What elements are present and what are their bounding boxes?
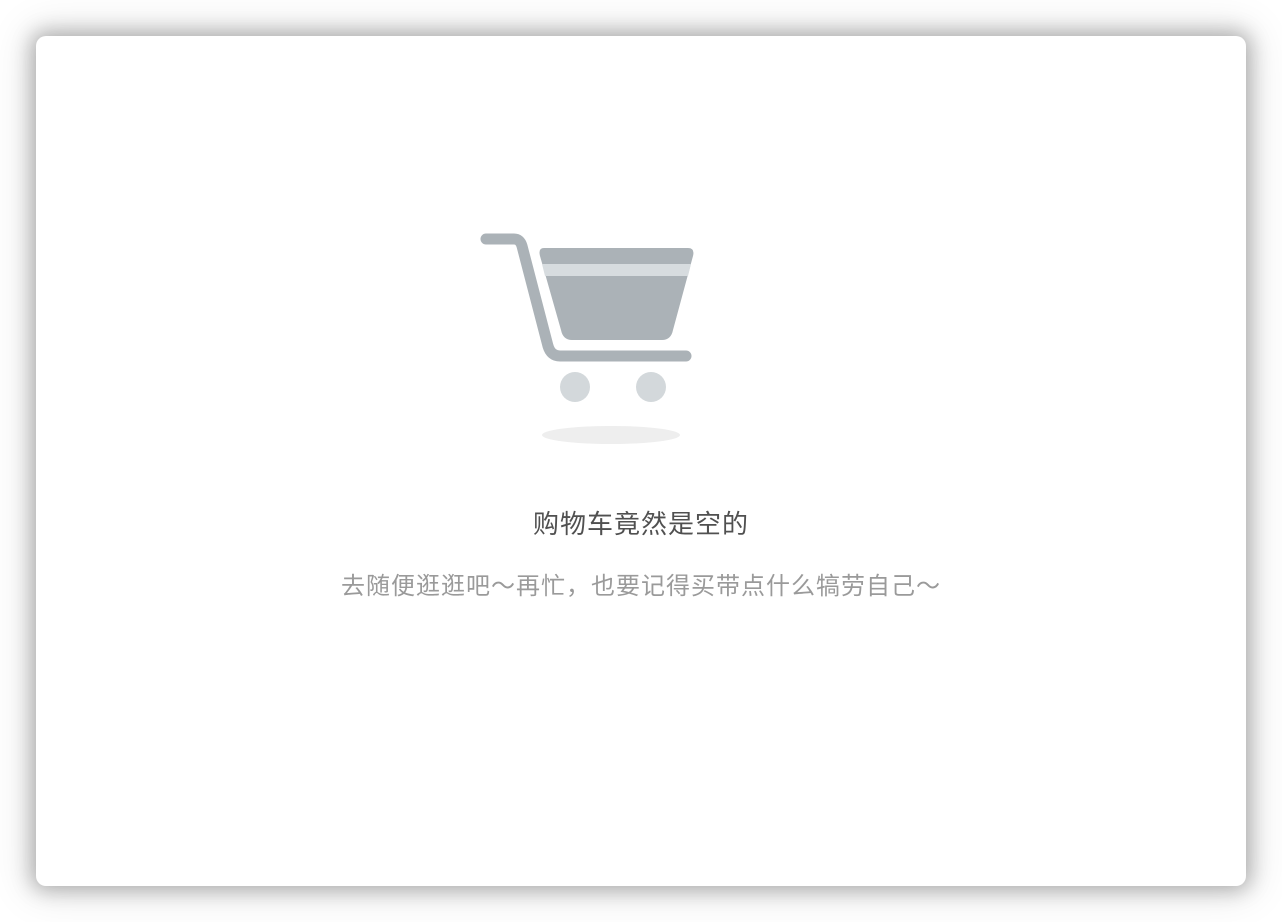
empty-cart-subtitle: 去随便逛逛吧～再忙，也要记得买带点什么犒劳自己～ bbox=[341, 572, 941, 600]
empty-cart-state: 购物车竟然是空的 去随便逛逛吧～再忙，也要记得买带点什么犒劳自己～ bbox=[36, 36, 1246, 886]
empty-cart-title: 购物车竟然是空的 bbox=[532, 510, 749, 540]
cart-window: 购物车竟然是空的 去随便逛逛吧～再忙，也要记得买带点什么犒劳自己～ bbox=[36, 36, 1246, 886]
shopping-cart-icon bbox=[480, 233, 694, 444]
